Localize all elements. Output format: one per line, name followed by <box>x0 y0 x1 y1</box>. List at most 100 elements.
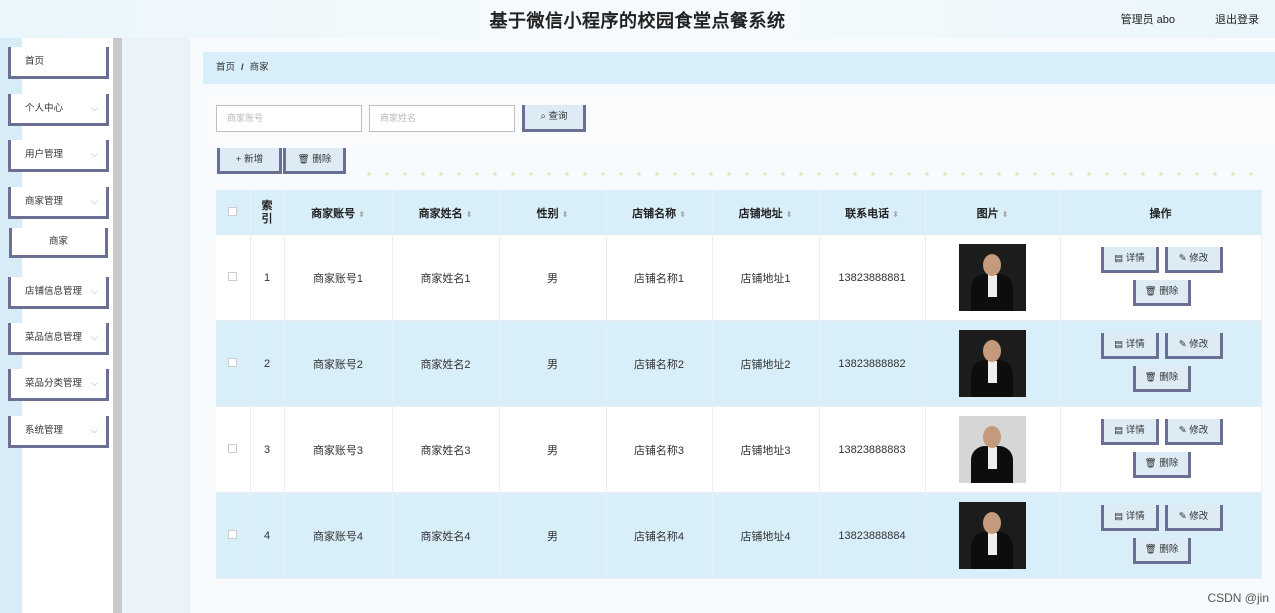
cell-shop: 店铺名称2 <box>606 320 713 407</box>
merchant-photo[interactable] <box>959 502 1026 569</box>
col-address[interactable]: 店铺地址 ⬍ <box>712 190 820 235</box>
chevron-down-icon: ⌵ <box>91 425 98 435</box>
sidebar-item-merchant-mgmt[interactable]: 商家管理 ⌵ <box>8 187 109 219</box>
edit-button-label: 修改 <box>1189 511 1209 522</box>
delete-button[interactable]: 🗑 删除 <box>1132 366 1191 392</box>
col-gender[interactable]: 性别 ⬍ <box>499 190 607 235</box>
merchant-photo[interactable] <box>959 416 1026 483</box>
watermark: CSDN @jin <box>1207 591 1269 605</box>
detail-button[interactable]: ▤ 详情 <box>1100 419 1159 445</box>
cell-ops: ▤ 详情 ✎ 修改 🗑 删除 <box>1060 235 1262 321</box>
cell-shop: 店铺名称1 <box>606 235 713 321</box>
select-all-checkbox[interactable] <box>228 206 238 216</box>
sidebar-item-system[interactable]: 系统管理 ⌵ <box>8 416 109 448</box>
col-name[interactable]: 商家姓名 ⬍ <box>392 190 500 235</box>
sidebar-item-shop-info[interactable]: 店铺信息管理 ⌵ <box>8 277 109 309</box>
delete-button[interactable]: 🗑 删除 <box>1132 280 1191 306</box>
cell-shop: 店铺名称4 <box>606 492 713 579</box>
row-checkbox[interactable] <box>228 443 238 453</box>
row-checkbox[interactable] <box>228 357 238 367</box>
cell-ops: ▤ 详情 ✎ 修改 🗑 删除 <box>1060 492 1262 579</box>
cell-index: 2 <box>250 320 285 407</box>
batch-delete-button[interactable]: 🗑 删除 <box>283 148 346 174</box>
detail-button[interactable]: ▤ 详情 <box>1100 505 1159 531</box>
document-icon: ▤ <box>1114 425 1124 436</box>
app-title: 基于微信小程序的校园食堂点餐系统 <box>489 11 786 31</box>
col-ops: 操作 <box>1060 190 1262 235</box>
sidebar-item-label: 菜品分类管理 <box>25 378 83 389</box>
edit-button[interactable]: ✎ 修改 <box>1164 419 1223 445</box>
col-image-label: 图片 <box>976 207 999 220</box>
sidebar-item-label: 个人中心 <box>25 103 64 114</box>
col-image[interactable]: 图片 ⬍ <box>925 190 1061 235</box>
sort-icon[interactable]: ⬍ <box>1002 210 1009 219</box>
col-shop-label: 店铺名称 <box>632 207 677 220</box>
edit-button[interactable]: ✎ 修改 <box>1164 505 1223 531</box>
sort-icon[interactable]: ⬍ <box>786 210 793 219</box>
chevron-down-icon: ⌵ <box>91 149 98 159</box>
col-shop[interactable]: 店铺名称 ⬍ <box>606 190 713 235</box>
sidebar-item-dish-info[interactable]: 菜品信息管理 ⌵ <box>8 323 109 355</box>
row-select-cell[interactable] <box>216 320 251 407</box>
col-index: 索 引 <box>250 190 285 235</box>
sort-icon[interactable]: ⬍ <box>466 210 473 219</box>
sort-icon[interactable]: ⬍ <box>358 210 365 219</box>
detail-button-label: 详情 <box>1125 425 1145 436</box>
edit-button-label: 修改 <box>1189 253 1209 264</box>
merchant-name-input[interactable]: 商家姓名 <box>369 105 515 132</box>
col-gender-label: 性别 <box>536 207 559 220</box>
sidebar-item-label: 用户管理 <box>25 149 64 160</box>
sort-icon[interactable]: ⬍ <box>679 210 686 219</box>
cell-account: 商家账号4 <box>284 492 393 579</box>
document-icon: ▤ <box>1114 511 1124 522</box>
query-button[interactable]: ⌕ 查询 <box>522 105 586 132</box>
add-button[interactable]: + 新增 <box>217 148 282 174</box>
decorative-dots <box>360 172 1260 176</box>
merchant-account-input[interactable]: 商家账号 <box>216 105 362 132</box>
logout-link[interactable]: 退出登录 <box>1215 11 1259 27</box>
trash-icon: 🗑 <box>1144 458 1157 469</box>
cell-name: 商家姓名1 <box>392 235 500 321</box>
plus-icon: + <box>235 154 242 165</box>
sidebar-item-dish-category[interactable]: 菜品分类管理 ⌵ <box>8 369 109 401</box>
detail-button[interactable]: ▤ 详情 <box>1100 333 1159 359</box>
edit-button[interactable]: ✎ 修改 <box>1164 333 1223 359</box>
table-row: 1 商家账号1 商家姓名1 男 店铺名称1 店铺地址1 13823888881 … <box>216 235 1262 321</box>
sort-icon[interactable]: ⬍ <box>892 210 899 219</box>
detail-button-label: 详情 <box>1125 339 1145 350</box>
breadcrumb-home[interactable]: 首页 <box>216 62 235 73</box>
row-select-cell[interactable] <box>216 406 251 493</box>
cell-ops: ▤ 详情 ✎ 修改 🗑 删除 <box>1060 320 1262 407</box>
sidebar-item-label: 店铺信息管理 <box>25 286 83 297</box>
sidebar-subitem-merchant[interactable]: 商家 <box>9 228 108 258</box>
current-user: 管理员 abo <box>1120 14 1175 26</box>
sidebar-item-users[interactable]: 用户管理 ⌵ <box>8 140 109 172</box>
cell-gender: 男 <box>499 235 607 321</box>
col-phone[interactable]: 联系电话 ⬍ <box>819 190 926 235</box>
sort-icon[interactable]: ⬍ <box>562 210 569 219</box>
trash-icon: 🗑 <box>1144 286 1157 297</box>
sidebar-scrollbar[interactable] <box>113 38 122 613</box>
search-area <box>203 90 1275 148</box>
row-select-cell[interactable] <box>216 235 251 321</box>
select-all-header[interactable] <box>216 190 251 235</box>
edit-button[interactable]: ✎ 修改 <box>1164 247 1223 273</box>
merchant-photo[interactable] <box>959 330 1026 397</box>
sidebar-item-home[interactable]: 首页 <box>8 47 109 79</box>
sidebar-item-label: 系统管理 <box>25 425 64 436</box>
table-row: 3 商家账号3 商家姓名3 男 店铺名称3 店铺地址3 13823888883 … <box>216 406 1262 493</box>
sidebar-item-profile[interactable]: 个人中心 ⌵ <box>8 94 109 126</box>
delete-button-label: 删除 <box>1159 544 1179 555</box>
merchant-photo[interactable] <box>959 244 1026 311</box>
delete-button[interactable]: 🗑 删除 <box>1132 538 1191 564</box>
row-checkbox[interactable] <box>228 529 238 539</box>
detail-button[interactable]: ▤ 详情 <box>1100 247 1159 273</box>
delete-button[interactable]: 🗑 删除 <box>1132 452 1191 478</box>
row-checkbox[interactable] <box>228 271 238 281</box>
trash-icon: 🗑 <box>1144 372 1157 383</box>
chevron-down-icon: ⌵ <box>91 103 98 113</box>
row-select-cell[interactable] <box>216 492 251 579</box>
col-account[interactable]: 商家账号 ⬍ <box>284 190 393 235</box>
sidebar-item-label: 菜品信息管理 <box>25 332 83 343</box>
cell-phone: 13823888882 <box>819 320 926 407</box>
